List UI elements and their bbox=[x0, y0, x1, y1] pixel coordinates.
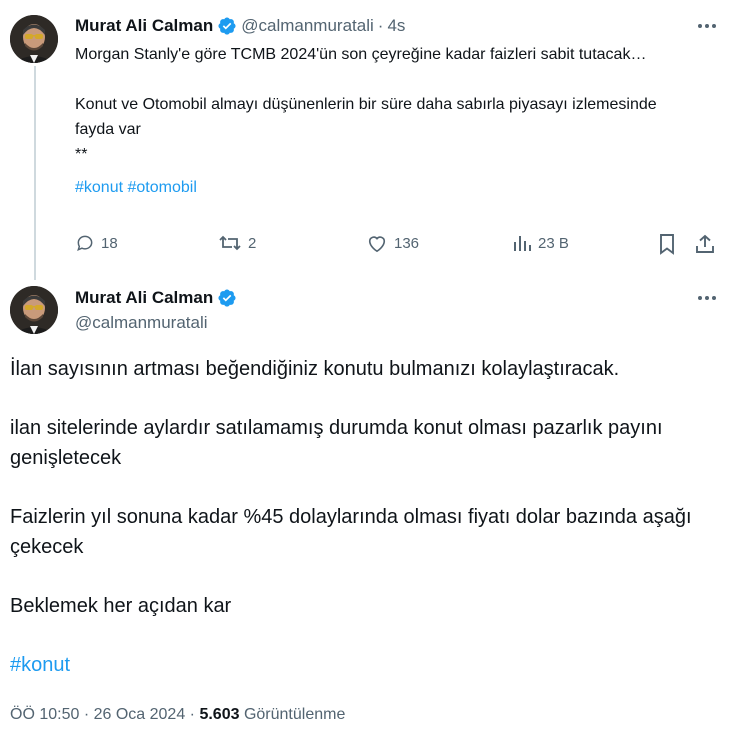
view-count: 5.603 bbox=[199, 706, 240, 723]
author-name[interactable]: Murat Ali Calman bbox=[75, 16, 213, 36]
separator: · bbox=[377, 16, 384, 35]
tweet-paragraph: ilan sitelerinde aylardır satılamamış du… bbox=[10, 417, 663, 469]
hashtag-link[interactable]: #konut bbox=[10, 654, 70, 676]
bookmark-icon bbox=[660, 234, 674, 255]
hashtag-row: #konut #otomobil bbox=[75, 175, 695, 200]
tweet-time[interactable]: 4s bbox=[387, 16, 405, 36]
tweet-meta: ÖÖ 10:50 · 26 Oca 2024 · 5.603 Görüntüle… bbox=[10, 706, 345, 724]
retweet-button[interactable]: 2 bbox=[218, 233, 256, 253]
views-count: 23 B bbox=[538, 234, 569, 252]
hashtag-link[interactable]: #konut bbox=[75, 179, 123, 196]
tweet-paragraph: Faizlerin yıl sonuna kadar %45 dolayları… bbox=[10, 506, 692, 558]
tweet-text: Morgan Stanly'e göre TCMB 2024'ün son çe… bbox=[75, 42, 695, 200]
verified-badge-icon bbox=[217, 16, 237, 36]
reply-button[interactable]: 18 bbox=[75, 233, 118, 253]
reply-count: 18 bbox=[101, 234, 118, 252]
hashtag-link[interactable]: #otomobil bbox=[128, 179, 197, 196]
action-bar: 18 2 136 23 B bbox=[75, 233, 720, 257]
views-label: Görüntülenme bbox=[243, 706, 346, 723]
retweet-count: 2 bbox=[248, 234, 257, 252]
views-icon bbox=[514, 236, 531, 251]
share-icon bbox=[696, 234, 714, 253]
like-count: 136 bbox=[394, 234, 420, 252]
more-icon[interactable] bbox=[695, 288, 719, 308]
like-button[interactable]: 136 bbox=[366, 233, 419, 253]
tweet-text: İlan sayısının artması beğendiğiniz konu… bbox=[10, 354, 720, 680]
avatar[interactable] bbox=[10, 15, 58, 63]
verified-badge-icon bbox=[217, 288, 237, 308]
tweet-header: Murat Ali Calman bbox=[75, 288, 241, 308]
thread-connector-line bbox=[34, 66, 36, 280]
reply-icon bbox=[77, 235, 93, 251]
author-handle[interactable]: @calmanmuratali bbox=[75, 313, 208, 333]
like-icon bbox=[368, 236, 386, 253]
author-name[interactable]: Murat Ali Calman bbox=[75, 288, 213, 308]
tweet-paragraph: Beklemek her açıdan kar bbox=[10, 595, 232, 617]
views-button[interactable]: 23 B bbox=[512, 233, 569, 253]
timestamp[interactable]: ÖÖ 10:50 · 26 Oca 2024 · bbox=[10, 706, 195, 723]
avatar[interactable] bbox=[10, 286, 58, 334]
tweet-body: Morgan Stanly'e göre TCMB 2024'ün son çe… bbox=[75, 46, 657, 163]
tweet-paragraph: İlan sayısının artması beğendiğiniz konu… bbox=[10, 358, 620, 380]
share-button[interactable] bbox=[694, 233, 722, 255]
retweet-icon bbox=[219, 235, 241, 251]
handle-row: @calmanmuratali bbox=[75, 313, 208, 333]
tweet-header: Murat Ali Calman @calmanmuratali · 4s bbox=[75, 16, 405, 36]
author-handle[interactable]: @calmanmuratali bbox=[241, 16, 374, 36]
bookmark-button[interactable] bbox=[657, 233, 683, 255]
more-icon[interactable] bbox=[695, 16, 719, 36]
